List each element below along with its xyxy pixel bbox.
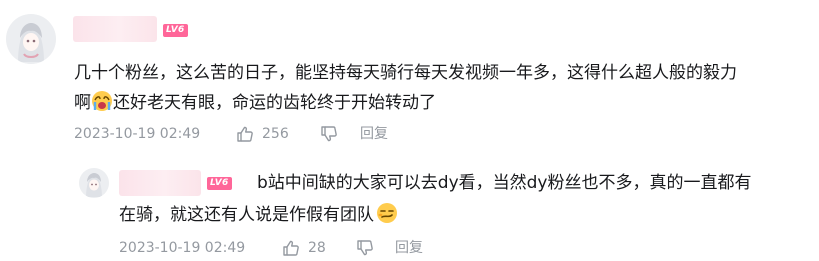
reply-dislike-button[interactable] [356,239,374,257]
level-badge: LV6 [163,24,188,37]
comment-like-button[interactable]: 256 [236,124,289,144]
commenter-username[interactable] [73,16,157,42]
comment-text-prefix: 啊 [74,93,91,113]
thumbs-up-icon [282,239,300,257]
comment-text-line1: 几十个粉丝，这么苦的日子，能坚持每天骑行每天发视频一年多，这得什么超人般的毅力 [74,63,737,83]
crying-face-emoji [91,90,113,112]
reply-text-body: 在骑，就这还有人说是作假有团队 [119,205,374,225]
reply-date: 2023-10-19 02:49 [119,240,246,256]
comment-reply-button[interactable]: 回复 [360,124,388,144]
replier-avatar[interactable] [79,168,109,198]
thumbs-down-icon [356,239,374,261]
commenter-avatar[interactable] [6,14,56,64]
reply-text-line1: b站中间缺的大家可以去dy看，当然dy粉丝也不多，真的一直都有 [257,173,752,193]
reply-reply-button[interactable]: 回复 [395,238,423,258]
reply-level-badge: LV6 [207,177,232,190]
comment-dislike-button[interactable] [320,125,338,143]
comment-text-line2: 啊 还好老天有眼，命运的齿轮终于开始转动了 [74,86,436,120]
thumbs-up-icon [236,125,254,143]
comment-like-count: 256 [262,126,289,142]
reply-text-line2: 在骑，就这还有人说是作假有团队 [119,198,398,232]
thumbs-down-icon [320,125,338,147]
comment-text-suffix: 还好老天有眼，命运的齿轮终于开始转动了 [113,93,436,113]
replier-username[interactable] [119,170,201,196]
comment-date: 2023-10-19 02:49 [74,126,201,142]
smirk-face-emoji [376,202,398,224]
reply-like-count: 28 [308,240,326,256]
reply-like-button[interactable]: 28 [282,238,326,258]
